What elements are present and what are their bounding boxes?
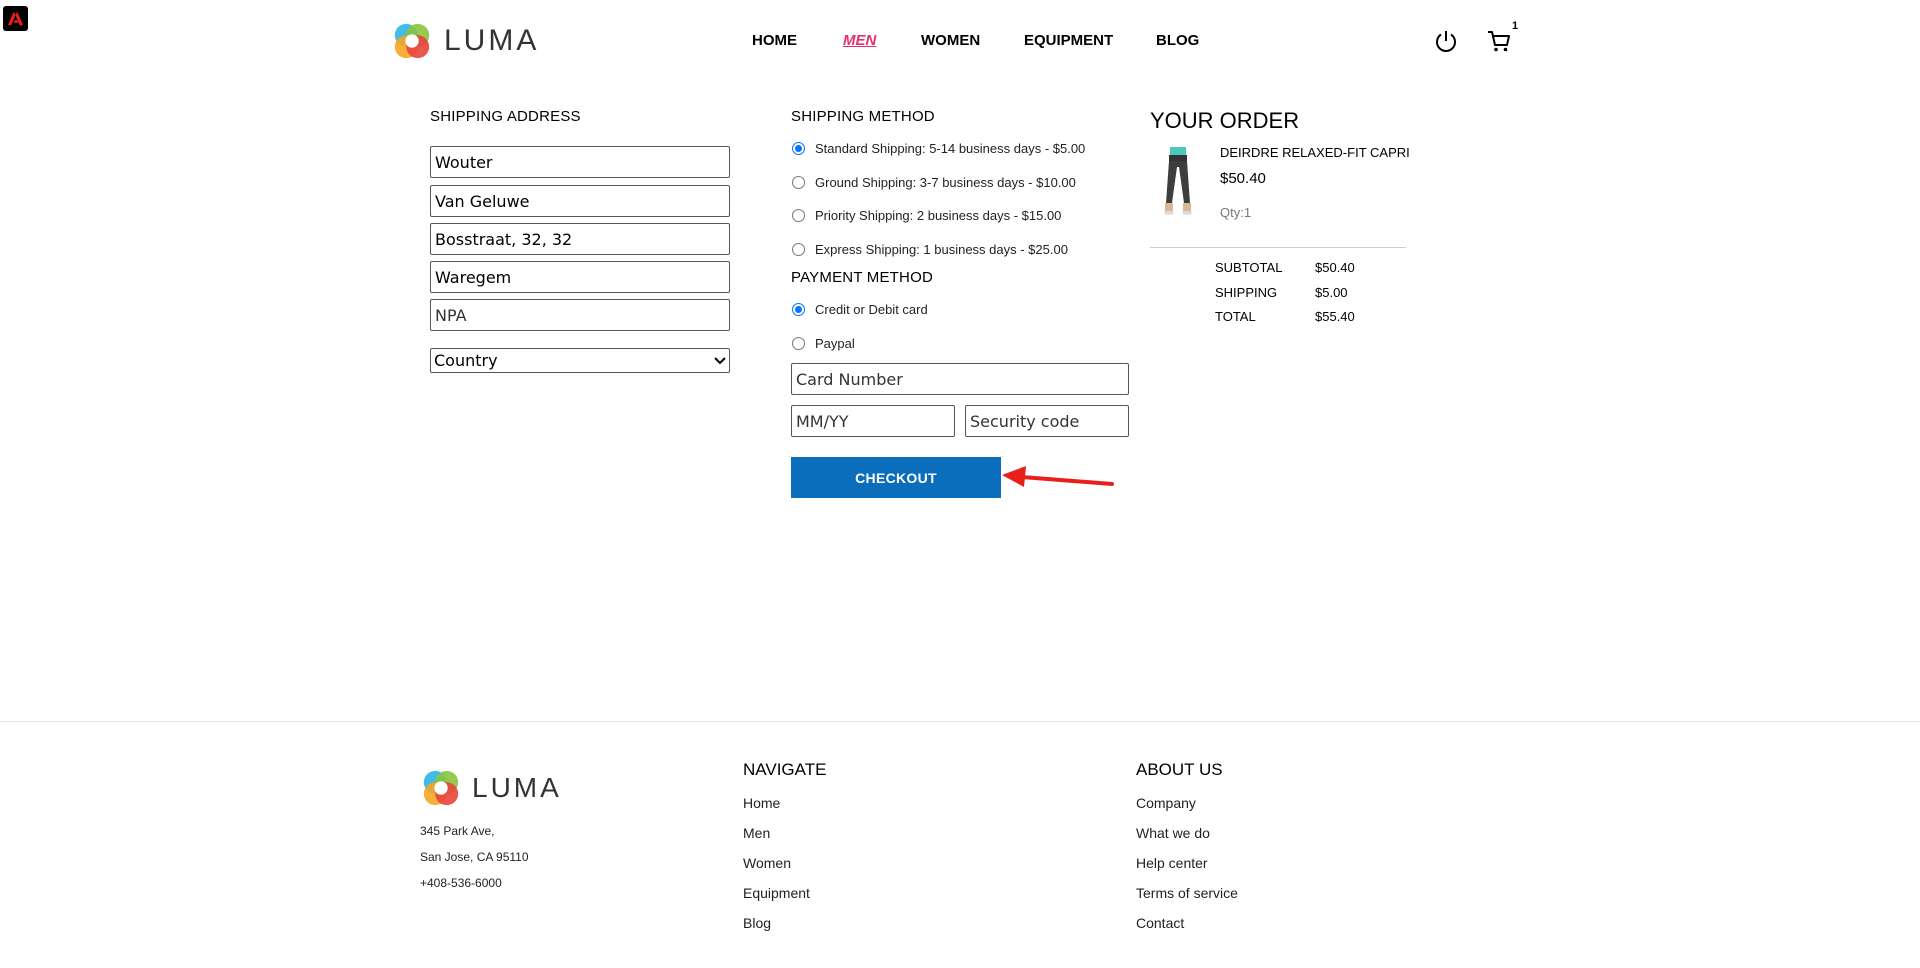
radio-unchecked[interactable]	[792, 337, 805, 350]
order-divider	[1150, 247, 1406, 248]
subtotal-value: $50.40	[1315, 260, 1355, 275]
shipping-cost-label: SHIPPING	[1215, 285, 1278, 300]
shipping-option-ground[interactable]: Ground Shipping: 3-7 business days - $10…	[792, 175, 1076, 190]
subtotal-label: SUBTOTAL	[1215, 260, 1283, 275]
nav-equipment[interactable]: EQUIPMENT	[1024, 32, 1113, 49]
footer-link-help-center[interactable]: Help center	[1136, 855, 1208, 871]
luma-logo[interactable]: LUMA	[390, 20, 539, 62]
footer-link-contact[interactable]: Contact	[1136, 915, 1184, 931]
total-label: TOTAL	[1215, 309, 1256, 324]
shipping-option-label: Priority Shipping: 2 business days - $15…	[815, 208, 1062, 223]
shipping-option-label: Express Shipping: 1 business days - $25.…	[815, 242, 1068, 257]
checkout-button[interactable]: CHECKOUT	[791, 457, 1001, 498]
chevron-down-icon	[714, 356, 726, 364]
first-name-field[interactable]	[430, 146, 730, 178]
payment-method-title: PAYMENT METHOD	[791, 269, 933, 286]
shipping-option-label: Standard Shipping: 5-14 business days - …	[815, 141, 1086, 156]
payment-option-label: Paypal	[815, 336, 855, 351]
payment-option-paypal[interactable]: Paypal	[792, 336, 855, 351]
shipping-option-priority[interactable]: Priority Shipping: 2 business days - $15…	[792, 208, 1061, 223]
payment-option-card[interactable]: Credit or Debit card	[792, 302, 928, 317]
shipping-method-title: SHIPPING METHOD	[791, 108, 935, 125]
street-field[interactable]	[430, 223, 730, 255]
order-item-price: $50.40	[1220, 170, 1266, 187]
cart-count-badge: 1	[1512, 20, 1519, 32]
footer-address-line2: San Jose, CA 95110	[420, 850, 529, 864]
radio-unchecked[interactable]	[792, 243, 805, 256]
country-select-value: Country	[434, 351, 498, 370]
order-item-name: DEIRDRE RELAXED-FIT CAPRI	[1220, 145, 1410, 160]
zip-field[interactable]	[430, 299, 730, 331]
expiry-field[interactable]	[791, 405, 955, 437]
last-name-field[interactable]	[430, 185, 730, 217]
radio-unchecked[interactable]	[792, 176, 805, 189]
footer-link-women[interactable]: Women	[743, 855, 791, 871]
order-item-qty: Qty:1	[1220, 205, 1252, 220]
footer-about-title: ABOUT US	[1136, 760, 1223, 779]
card-number-field[interactable]	[791, 363, 1129, 395]
luma-logo-icon	[423, 770, 459, 806]
footer-link-blog[interactable]: Blog	[743, 915, 771, 931]
footer-navigate-title: NAVIGATE	[743, 760, 827, 779]
footer-link-company[interactable]: Company	[1136, 795, 1196, 811]
site-header: LUMA HOME MEN WOMEN EQUIPMENT BLOG 1	[0, 0, 1920, 82]
radio-checked[interactable]	[792, 142, 805, 155]
country-select[interactable]: Country	[430, 348, 730, 373]
nav-men[interactable]: MEN	[843, 32, 876, 49]
footer-logo-text: LUMA	[472, 772, 562, 803]
radio-unchecked[interactable]	[792, 209, 805, 222]
your-order-title: YOUR ORDER	[1150, 108, 1300, 133]
nav-women[interactable]: WOMEN	[921, 32, 980, 49]
nav-home[interactable]: HOME	[752, 32, 797, 49]
footer-link-terms[interactable]: Terms of service	[1136, 885, 1238, 901]
city-field[interactable]	[430, 261, 730, 293]
radio-checked[interactable]	[792, 303, 805, 316]
shipping-option-express[interactable]: Express Shipping: 1 business days - $25.…	[792, 242, 1068, 257]
footer-link-what-we-do[interactable]: What we do	[1136, 825, 1210, 841]
shipping-address-title: SHIPPING ADDRESS	[430, 108, 581, 125]
power-icon[interactable]	[1433, 28, 1459, 54]
payment-option-label: Credit or Debit card	[815, 302, 928, 317]
shipping-option-label: Ground Shipping: 3-7 business days - $10…	[815, 175, 1076, 190]
security-code-field[interactable]	[965, 405, 1129, 437]
footer-link-home[interactable]: Home	[743, 795, 780, 811]
product-thumbnail[interactable]	[1158, 145, 1198, 215]
annotation-arrow-icon	[1002, 466, 1114, 487]
cart-icon[interactable]	[1486, 28, 1512, 54]
logo-text: LUMA	[444, 24, 540, 57]
footer-divider	[0, 721, 1920, 722]
total-value: $55.40	[1315, 309, 1355, 324]
luma-logo-icon	[394, 23, 430, 59]
shipping-cost-value: $5.00	[1315, 285, 1348, 300]
footer-phone: +408-536-6000	[420, 876, 502, 890]
footer-link-equipment[interactable]: Equipment	[743, 885, 810, 901]
footer-luma-logo[interactable]: LUMA	[420, 767, 562, 809]
nav-blog[interactable]: BLOG	[1156, 32, 1199, 49]
footer-link-men[interactable]: Men	[743, 825, 770, 841]
footer-address-line1: 345 Park Ave,	[420, 824, 495, 838]
shipping-option-standard[interactable]: Standard Shipping: 5-14 business days - …	[792, 141, 1085, 156]
